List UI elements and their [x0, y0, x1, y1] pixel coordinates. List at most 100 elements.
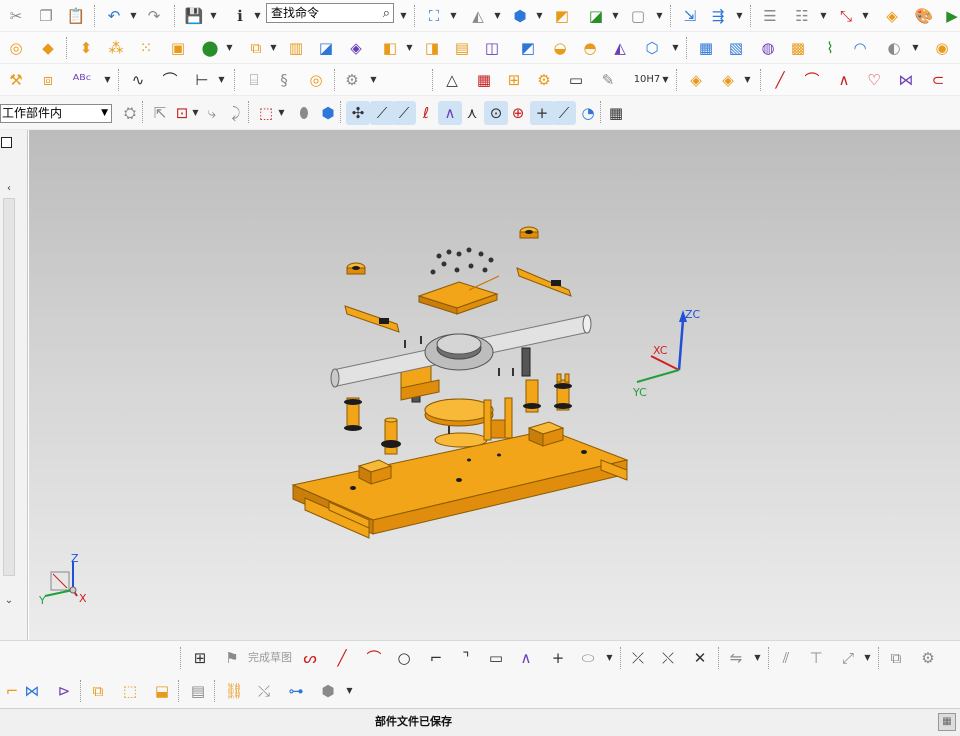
model-canvas[interactable]: ZC XC YC Z Y X [29, 130, 960, 640]
render-icon[interactable]: ◈ [880, 4, 904, 28]
offset-curve-icon[interactable]: ⋈ [894, 68, 918, 92]
wireframe-view-icon[interactable]: ◪ [584, 4, 608, 28]
offset-curve-tool-icon[interactable]: ⊢ [190, 68, 214, 92]
material-icon[interactable]: 🎨 [912, 4, 936, 28]
more-curve-icon[interactable]: ⊂ [926, 68, 950, 92]
select-face-icon[interactable]: ⤷ [200, 101, 224, 125]
search-icon[interactable]: ⌕ [383, 5, 390, 23]
arc-icon[interactable]: ⌒ [362, 646, 386, 670]
assembly-icon[interactable]: ⚙ [532, 68, 556, 92]
abc-dropdown[interactable]: ▼ [104, 75, 111, 85]
point-icon[interactable]: + [530, 101, 554, 125]
quadrant-icon[interactable]: ⊕ [506, 101, 530, 125]
support-right-front[interactable] [523, 379, 541, 413]
edge-display-icon[interactable]: ◩ [550, 4, 574, 28]
move-component-icon[interactable]: ⬚ [118, 679, 142, 703]
tools-icon[interactable]: ⚒ [4, 68, 28, 92]
graphics-viewport[interactable]: ZC XC YC Z Y X [29, 130, 960, 640]
offset-dropdown[interactable]: ▼ [606, 653, 613, 663]
layer-settings-icon[interactable]: ☰ [758, 4, 782, 28]
support-left-rear[interactable] [344, 397, 362, 431]
chamfer-icon[interactable]: ◨ [420, 36, 444, 60]
curve-dropdown[interactable]: ▼ [218, 75, 225, 85]
offset-icon[interactable]: ◪ [314, 36, 338, 60]
fillet-curve-icon[interactable]: ♡ [862, 68, 886, 92]
redo-icon[interactable]: ↷ [142, 4, 166, 28]
snap-view-dropdown[interactable]: ▼ [494, 11, 501, 21]
cut-icon[interactable]: ✂ [4, 4, 28, 28]
mirror-dropdown[interactable]: ▼ [754, 653, 761, 663]
relations-dropdown[interactable]: ▼ [864, 653, 871, 663]
edge-blend-icon[interactable]: ◧ [378, 36, 402, 60]
layout-icon[interactable]: ◈ [716, 68, 740, 92]
spring-icon[interactable]: § [272, 68, 296, 92]
line-icon[interactable]: ╱ [768, 68, 792, 92]
extend-icon[interactable]: ⤬ [656, 646, 680, 670]
turntable-disk[interactable] [424, 398, 494, 448]
tool-icon[interactable]: ⇲ [678, 4, 702, 28]
guide-posts[interactable] [483, 397, 513, 441]
support-right-rear[interactable] [554, 373, 572, 411]
arm-right[interactable] [516, 267, 572, 297]
find-command-input[interactable]: 查找命令 ⌕ [266, 3, 394, 23]
measure-icon[interactable]: 10H7 [630, 68, 664, 92]
table-icon[interactable]: ▦ [472, 68, 496, 92]
intersect-icon[interactable]: ◒ [548, 36, 572, 60]
assembly-part-icon[interactable]: ◈ [684, 68, 708, 92]
layout-dropdown[interactable]: ▼ [744, 75, 751, 85]
sweep-icon[interactable]: ◈ [344, 36, 368, 60]
bridge-icon[interactable]: ⌇ [818, 36, 842, 60]
grid-surface-icon[interactable]: ◠ [848, 36, 872, 60]
select-assembly-icon[interactable]: ⬢ [316, 101, 340, 125]
on-curve-icon[interactable]: ⟋ [552, 101, 576, 125]
orient-icon[interactable]: ⤡ [834, 4, 858, 28]
cube-icon[interactable]: ▣ [166, 36, 190, 60]
note-icon[interactable]: ▭ [564, 68, 588, 92]
explode-icon[interactable]: ⤯ [252, 679, 276, 703]
feature-dropdown[interactable]: ▼ [270, 43, 277, 53]
block-icon[interactable]: ◆ [36, 36, 60, 60]
mate-icon[interactable]: ⊳ [52, 679, 76, 703]
add-shape-dropdown[interactable]: ▼ [226, 43, 233, 53]
undo-dropdown[interactable]: ▼ [130, 11, 137, 21]
support-left-front[interactable] [381, 417, 401, 455]
point-icon[interactable]: + [546, 646, 570, 670]
box-select-icon[interactable]: ⬚ [254, 101, 278, 125]
filter-icon[interactable]: ⛭ [118, 101, 142, 125]
sketch-settings-icon[interactable]: ⚙ [916, 646, 940, 670]
feature-icon[interactable]: ⧉ [244, 36, 268, 60]
select-icon[interactable]: ⇱ [148, 101, 172, 125]
mesh-dropdown[interactable]: ▼ [672, 43, 679, 53]
subtract-icon[interactable]: ◩ [516, 36, 540, 60]
sketch-curve-icon[interactable]: ⌒ [158, 68, 182, 92]
grid-icon[interactable]: ▦ [604, 101, 628, 125]
more-icon[interactable]: ◉ [930, 36, 954, 60]
find-dropdown[interactable]: ▼ [400, 11, 407, 21]
mesh-icon[interactable]: ⬡ [640, 36, 664, 60]
dimension-icon[interactable]: ⫽ [774, 646, 798, 670]
link-icon[interactable]: ⛓ [222, 679, 246, 703]
info-dropdown[interactable]: ▼ [254, 11, 261, 21]
list-icon[interactable]: ☷ [790, 4, 814, 28]
shell-icon[interactable]: ▥ [284, 36, 308, 60]
tangent-icon[interactable]: ⋏ [460, 101, 484, 125]
paste-icon[interactable]: 📋 [64, 4, 88, 28]
select-body-icon[interactable]: ⤸ [224, 101, 248, 125]
info-icon[interactable]: ℹ [228, 4, 252, 28]
offset-icon[interactable]: ⬭ [576, 646, 600, 670]
trim-icon[interactable]: ◓ [578, 36, 602, 60]
fillet-icon[interactable]: ⌐ [424, 646, 448, 670]
snap-view-icon[interactable]: ◭ [466, 4, 490, 28]
selection-scope-select[interactable]: 工作部件内 ▼ [0, 104, 112, 123]
arm-left[interactable] [344, 305, 400, 333]
line-icon[interactable]: ╱ [330, 646, 354, 670]
background-dropdown[interactable]: ▼ [656, 11, 663, 21]
intersection-icon[interactable]: ℓ [414, 101, 438, 125]
layer-icon[interactable]: ⇶ [706, 4, 730, 28]
bearing-icon[interactable]: ◎ [304, 68, 328, 92]
status-grid-icon[interactable]: ▦ [938, 713, 956, 731]
select-solid-icon[interactable]: ⬮ [292, 101, 316, 125]
layer-dropdown[interactable]: ▼ [736, 11, 743, 21]
shaded-cube-icon[interactable]: ⬢ [508, 4, 532, 28]
cylinder-icon[interactable]: ⌸ [242, 68, 266, 92]
